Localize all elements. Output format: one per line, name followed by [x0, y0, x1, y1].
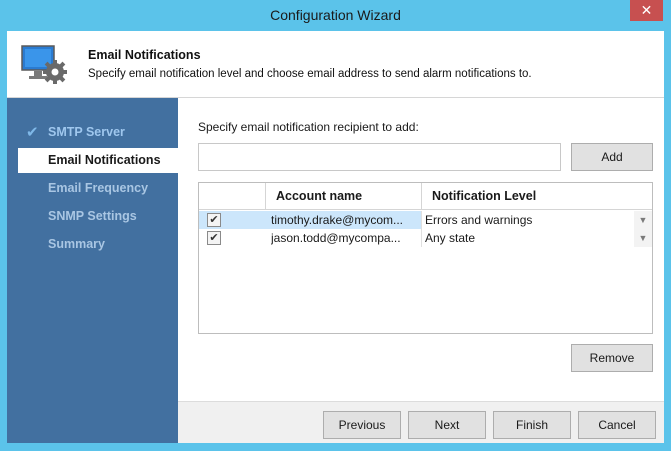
sidebar-item-label: SMTP Server: [48, 125, 125, 139]
page-title: Email Notifications: [88, 48, 201, 62]
page-subtitle: Specify email notification level and cho…: [88, 68, 532, 80]
check-icon: ✔: [26, 124, 39, 141]
email-recipient-input[interactable]: [198, 143, 561, 171]
add-button[interactable]: Add: [571, 143, 653, 171]
window-title: Configuration Wizard: [270, 7, 401, 23]
recipient-prompt-label: Specify email notification recipient to …: [198, 120, 419, 134]
sidebar-item-label: SNMP Settings: [48, 209, 137, 223]
main-panel: Specify email notification recipient to …: [178, 98, 664, 401]
title-bar[interactable]: Configuration Wizard ✕: [0, 0, 671, 31]
account-name-cell: timothy.drake@mycom...: [271, 213, 403, 227]
notification-level-dropdown[interactable]: Any state ▼: [421, 229, 652, 247]
table-row[interactable]: ✔ jason.todd@mycompa... Any state ▼: [199, 229, 652, 247]
notification-level-value: Any state: [425, 231, 476, 245]
sidebar-item-snmp-settings[interactable]: SNMP Settings: [18, 204, 178, 229]
notification-level-value: Errors and warnings: [425, 213, 533, 227]
recipients-table: Account name Notification Level ✔ timoth…: [198, 182, 653, 334]
sidebar-item-email-frequency[interactable]: Email Frequency: [18, 176, 178, 201]
column-header-notification-level[interactable]: Notification Level: [421, 183, 652, 210]
account-name-cell: jason.todd@mycompa...: [271, 231, 401, 245]
wizard-steps-sidebar: ✔ SMTP Server Email Notifications Email …: [7, 98, 178, 443]
previous-button[interactable]: Previous: [323, 411, 401, 439]
configuration-wizard-window: Configuration Wizard ✕ Email Notificatio…: [0, 0, 671, 451]
chevron-down-icon[interactable]: ▼: [634, 229, 652, 247]
cancel-button[interactable]: Cancel: [578, 411, 656, 439]
row-checkbox[interactable]: ✔: [207, 231, 221, 245]
column-header-checkbox[interactable]: [199, 183, 265, 210]
next-button[interactable]: Next: [408, 411, 486, 439]
sidebar-item-label: Email Frequency: [48, 181, 149, 195]
remove-button[interactable]: Remove: [571, 344, 653, 372]
monitor-gear-icon: [21, 45, 67, 84]
finish-button[interactable]: Finish: [493, 411, 571, 439]
notification-level-dropdown[interactable]: Errors and warnings ▼: [421, 211, 652, 229]
sidebar-item-summary[interactable]: Summary: [18, 232, 178, 257]
column-header-account-name[interactable]: Account name: [265, 183, 421, 210]
wizard-header: Email Notifications Specify email notifi…: [7, 31, 664, 98]
sidebar-item-label: Email Notifications: [48, 153, 161, 167]
sidebar-item-label: Summary: [48, 237, 105, 251]
row-checkbox[interactable]: ✔: [207, 213, 221, 227]
sidebar-item-smtp-server[interactable]: ✔ SMTP Server: [18, 120, 178, 145]
table-header: Account name Notification Level: [199, 183, 652, 210]
chevron-down-icon[interactable]: ▼: [634, 211, 652, 229]
close-button[interactable]: ✕: [630, 0, 663, 21]
sidebar-item-email-notifications[interactable]: Email Notifications: [18, 148, 178, 173]
table-row[interactable]: ✔ timothy.drake@mycom... Errors and warn…: [199, 211, 652, 229]
wizard-footer: Previous Next Finish Cancel: [178, 401, 664, 443]
